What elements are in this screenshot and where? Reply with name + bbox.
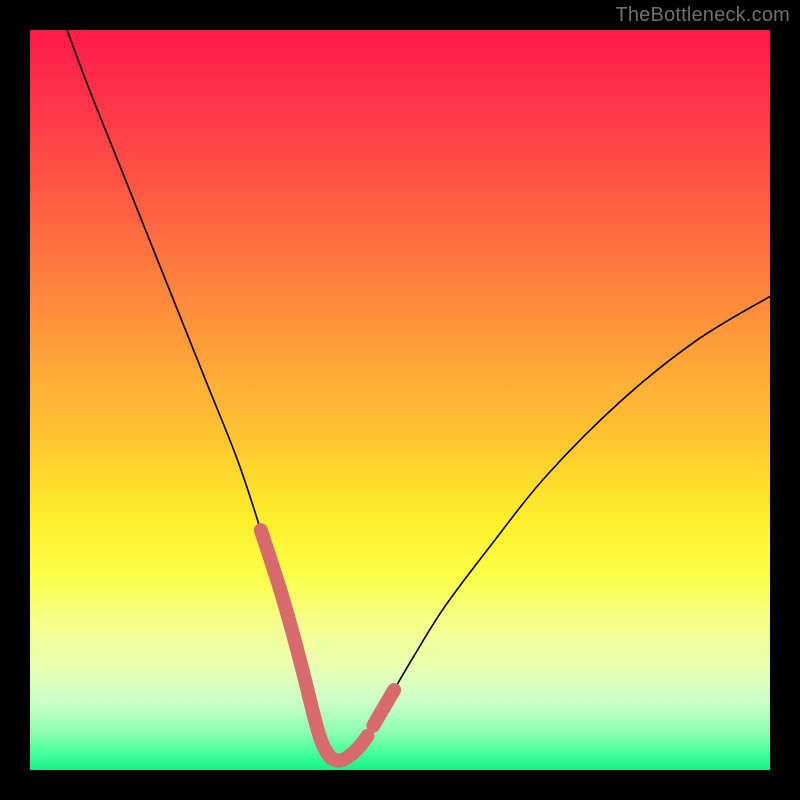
curve-layer: [30, 30, 770, 770]
bottleneck-curve-path: [67, 30, 770, 761]
watermark-text: TheBottleneck.com: [615, 4, 790, 27]
marker-segment: [373, 690, 394, 726]
marker-segment: [261, 530, 368, 760]
plot-area: [30, 30, 770, 770]
marker-overlay-group: [261, 530, 394, 760]
chart-stage: TheBottleneck.com: [0, 0, 800, 800]
